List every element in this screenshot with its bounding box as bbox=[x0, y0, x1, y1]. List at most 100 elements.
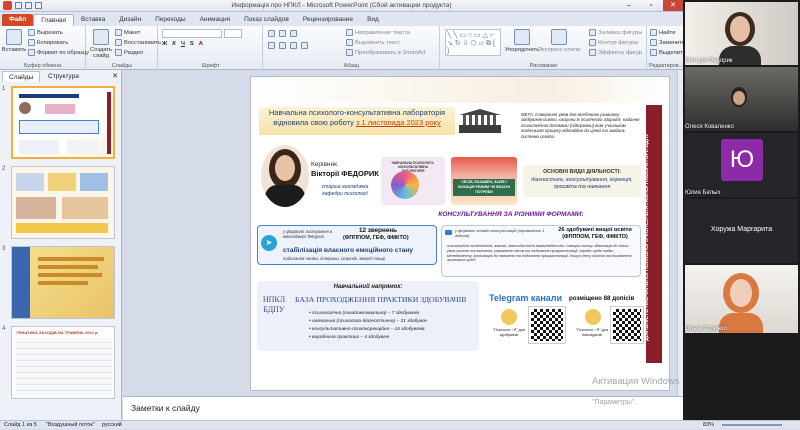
online-faculty: (ФПППОМ, ГЕФ, ФМКТО) bbox=[562, 234, 628, 240]
tab-design[interactable]: Дизайн bbox=[112, 14, 148, 26]
activities-text: діагностика, консультування, корекція, п… bbox=[531, 177, 633, 190]
ribbon: Вставить Вырезать Копировать Формат по о… bbox=[0, 26, 686, 70]
slide-number: 3 bbox=[2, 246, 6, 252]
window-title: Информація про НПКЛ - Microsoft PowerPoi… bbox=[231, 2, 452, 9]
quick-styles-icon bbox=[551, 29, 567, 45]
replace-button[interactable]: Заменить bbox=[650, 39, 685, 46]
tab-view[interactable]: Вид bbox=[360, 14, 386, 26]
qr-code-2[interactable] bbox=[610, 306, 644, 344]
education-item-text: виробнича практика – 4 здобувачі bbox=[312, 335, 390, 340]
telegram-channel-2: "Психолог і Я" для викладачів bbox=[575, 328, 609, 337]
font-name-select[interactable] bbox=[162, 29, 222, 38]
tab-animation[interactable]: Анимация bbox=[193, 14, 238, 26]
text-direction-button[interactable]: Направление текста bbox=[346, 29, 410, 36]
tab-home[interactable]: Главная bbox=[33, 14, 75, 26]
session-card-text: СЕСІЯ, ЕКЗАМЕН, ЗАЛІК І БОКАЦІЯ РЕЖИМ ЧИ… bbox=[453, 179, 515, 196]
slide-number: 2 bbox=[2, 166, 6, 172]
participant-name: Юлия Белых bbox=[685, 190, 721, 196]
maximize-icon[interactable]: ▫ bbox=[641, 0, 661, 11]
shape-fill-button[interactable]: Заливка фигуры bbox=[589, 29, 642, 36]
thumb-title-bar bbox=[19, 94, 79, 98]
justify-icon[interactable] bbox=[301, 42, 308, 49]
numbering-icon[interactable] bbox=[279, 30, 286, 37]
text-direction-icon bbox=[346, 29, 353, 36]
align-text-icon bbox=[346, 39, 353, 46]
layout-button[interactable]: Макет bbox=[115, 29, 140, 36]
minimize-icon[interactable]: – bbox=[619, 0, 639, 11]
education-list: • психологічна (ознайомлювальна) – 7 здо… bbox=[309, 310, 427, 342]
slide-thumbnail[interactable] bbox=[11, 166, 115, 239]
arrange-button[interactable]: Упорядочить bbox=[505, 29, 539, 53]
new-slide-button[interactable]: Создать слайд bbox=[90, 29, 112, 59]
slide-number: 4 bbox=[2, 326, 6, 332]
tab-outline-panel[interactable]: Структура bbox=[42, 71, 85, 82]
participant-tile[interactable]: Олеся Коваленко bbox=[685, 67, 798, 131]
slide-panel: Слайды Структура ✕ 1 2 3 4 ТЕМАТИКА ЗАХО… bbox=[0, 70, 122, 420]
thumb-text bbox=[38, 265, 98, 269]
director-label: Керівник bbox=[311, 161, 337, 168]
video-call-panel: Вікторія Федорик Олеся Коваленко Ю Юлия … bbox=[683, 0, 800, 420]
align-left-icon[interactable] bbox=[268, 42, 275, 49]
reset-button[interactable]: Восстановить bbox=[115, 39, 161, 46]
thumb-text bbox=[38, 281, 88, 285]
font-size-select[interactable] bbox=[224, 29, 242, 38]
telegram-icon: ➤ bbox=[261, 235, 277, 251]
participant-name: Ольга Стрижко bbox=[685, 326, 728, 332]
quick-styles-button[interactable]: Экспресс-стили bbox=[538, 29, 580, 53]
participant-face bbox=[733, 91, 745, 105]
slide-thumbnail[interactable] bbox=[11, 86, 115, 159]
director-role: старша викладачка кафедри психології bbox=[321, 184, 369, 197]
participant-tile[interactable]: Ольга Стрижко bbox=[685, 265, 798, 333]
format-painter-button[interactable]: Формат по образцу bbox=[28, 49, 89, 56]
align-center-icon[interactable] bbox=[279, 42, 286, 49]
find-label: Найти bbox=[659, 29, 676, 36]
paste-button[interactable]: Вставить bbox=[2, 29, 26, 53]
tab-slides-panel[interactable]: Слайды bbox=[2, 71, 41, 82]
tab-insert[interactable]: Вставка bbox=[74, 14, 112, 26]
shapes-gallery[interactable]: ╲ ╲ ▭ ○ ▭ △ ⌐ ↘ ↻ ⇩ ⬡ ▱ ⧉ { } bbox=[445, 29, 501, 56]
close-icon[interactable]: ✕ bbox=[663, 0, 683, 11]
tab-file[interactable]: Файл bbox=[2, 14, 34, 26]
replace-icon bbox=[650, 39, 657, 46]
slide-thumbnail[interactable]: ТЕМАТИКА ЗАХОДІВ НА ТРАВЕНЬ 2024 р. bbox=[11, 326, 115, 399]
find-button[interactable]: Найти bbox=[650, 29, 676, 36]
tab-transitions[interactable]: Переходы bbox=[148, 14, 193, 26]
tab-slideshow[interactable]: Показ слайдов bbox=[237, 14, 296, 26]
italic-icon[interactable]: К bbox=[172, 41, 176, 47]
font-color-icon[interactable]: A bbox=[199, 41, 203, 47]
shape-outline-button[interactable]: Контур фигуры bbox=[589, 39, 639, 46]
brush-icon bbox=[28, 49, 35, 56]
current-slide[interactable]: Навчальна психолого-консультативна лабор… bbox=[250, 76, 670, 391]
strike-icon[interactable]: S bbox=[190, 41, 194, 47]
thumb-photo bbox=[16, 197, 56, 219]
close-panel-icon[interactable]: ✕ bbox=[112, 72, 118, 80]
video-camera-icon bbox=[445, 230, 452, 235]
smartart-button[interactable]: Преобразовать в SmartArt bbox=[346, 49, 425, 56]
slide-thumbnail[interactable] bbox=[11, 246, 115, 319]
participant-tile[interactable]: Ю Юлия Белых bbox=[685, 133, 798, 197]
ribbon-tabs: Файл Главная Вставка Дизайн Переходы Ани… bbox=[0, 12, 683, 26]
goal-text: МЕТА: створення умов для всебічного розв… bbox=[521, 112, 640, 139]
font-group-label: Шрифт bbox=[201, 63, 220, 69]
participant-tile[interactable]: Вікторія Федорик bbox=[685, 2, 798, 65]
bold-icon[interactable]: Ж bbox=[162, 41, 167, 47]
underline-icon[interactable]: Ч bbox=[181, 41, 185, 47]
director-name: Вікторії ФЕДОРИК bbox=[311, 169, 379, 178]
tab-review[interactable]: Рецензирование bbox=[296, 14, 360, 26]
align-text-button[interactable]: Выровнять текст bbox=[346, 39, 400, 46]
qr-code-1[interactable] bbox=[528, 306, 566, 344]
shape-effects-button[interactable]: Эффекты фигур bbox=[589, 49, 642, 56]
copy-button[interactable]: Копировать bbox=[28, 39, 68, 46]
select-button[interactable]: Выделить bbox=[650, 49, 686, 56]
effects-icon bbox=[589, 49, 596, 56]
chat-count: 12 звернень bbox=[359, 227, 397, 234]
education-item: • виробнича практика – 4 здобувачі bbox=[309, 335, 390, 340]
bullets-icon[interactable] bbox=[268, 30, 275, 37]
align-right-icon[interactable] bbox=[290, 42, 297, 49]
section-button[interactable]: Раздел bbox=[115, 49, 143, 56]
zoom-slider[interactable] bbox=[722, 424, 782, 426]
thumb-portrait bbox=[19, 102, 31, 114]
participant-tile[interactable]: Хоружа Маргарита bbox=[685, 199, 798, 263]
cut-button[interactable]: Вырезать bbox=[28, 29, 63, 36]
indent-icon[interactable] bbox=[290, 30, 297, 37]
